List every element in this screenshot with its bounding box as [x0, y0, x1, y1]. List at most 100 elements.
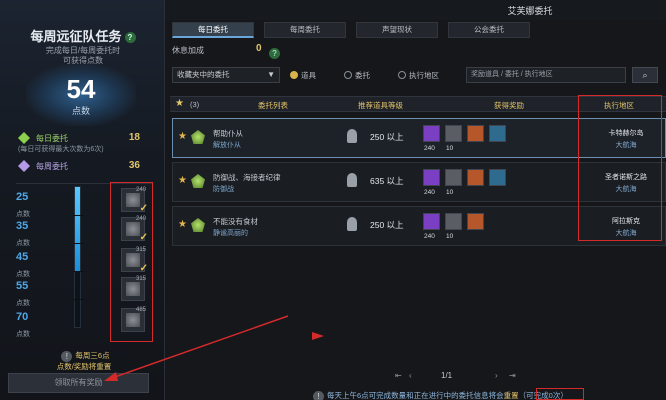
- tier-label: 45 点数: [16, 252, 46, 281]
- rest-bonus-label: 休息加成: [172, 46, 204, 55]
- weekly-value: 36: [128, 160, 140, 171]
- info-icon: !: [313, 390, 324, 400]
- tier-unit: 点数: [16, 331, 30, 338]
- panel-title: 每周远征队任务?: [8, 26, 158, 45]
- search-input[interactable]: 奖励道具 / 委托 / 执行地区: [466, 67, 626, 83]
- info-icon: !: [61, 350, 73, 362]
- points-emblem: 54 点数: [26, 64, 136, 126]
- tier-value: 55: [16, 280, 29, 292]
- radio-dot-icon: [398, 71, 406, 79]
- reward-item-icon[interactable]: [489, 169, 506, 186]
- favorite-star-icon[interactable]: ★: [178, 219, 187, 230]
- reward-qty: 10: [446, 145, 454, 152]
- favorites-dropdown[interactable]: 收藏夹中的委托 ▼: [172, 67, 280, 83]
- dropdown-value: 收藏夹中的委托: [177, 70, 230, 79]
- chevron-down-icon: ▼: [267, 70, 275, 79]
- reward-qty: 10: [446, 189, 454, 196]
- radio-area[interactable]: 执行地区: [398, 70, 439, 81]
- favorite-count: (3): [190, 100, 200, 109]
- quest-grade-icon: [191, 130, 205, 144]
- recommended-level: 250 以上: [370, 132, 404, 142]
- top-strip: [165, 0, 666, 20]
- tier-label: 70 点数: [16, 312, 46, 341]
- claim-all-button[interactable]: 领取所有奖励: [8, 373, 149, 393]
- bar-tick: [73, 215, 84, 216]
- search-button[interactable]: ⌕: [632, 67, 658, 83]
- tab-bar: 每日委托 每周委托 声望现状 公会委托: [172, 22, 552, 38]
- col-rewards: 获得奖励: [494, 101, 524, 110]
- quest-name: 不能没有食材: [213, 217, 258, 226]
- reward-item-icon[interactable]: [423, 169, 440, 186]
- bar-tick: [73, 243, 84, 244]
- reward-item-icon[interactable]: [467, 125, 484, 142]
- favorite-star-icon[interactable]: ★: [178, 175, 187, 186]
- col-quest-list: 委托列表: [258, 101, 288, 110]
- reward-item-icon[interactable]: [423, 125, 440, 142]
- bar-tick: [73, 271, 84, 272]
- prev-page-icon[interactable]: ‹: [409, 371, 412, 380]
- favorite-star-icon[interactable]: ★: [178, 131, 187, 142]
- first-page-icon[interactable]: ⇤: [395, 371, 402, 380]
- points-unit: 点数: [71, 106, 90, 116]
- reward-item-icon[interactable]: [445, 125, 462, 142]
- quest-name: 防御战、海接者纪律: [213, 173, 281, 182]
- tab-reputation[interactable]: 声望现状: [356, 22, 438, 38]
- tier-label: 35 点数: [16, 221, 46, 250]
- tier-unit: 点数: [16, 300, 30, 307]
- tier-value: 35: [16, 220, 29, 232]
- daily-value: 18: [128, 132, 140, 143]
- radio-quest[interactable]: 委托: [344, 70, 370, 81]
- radio-dot-icon: [344, 71, 352, 79]
- daily-label: 每日委托: [36, 134, 68, 143]
- annotation-box: [536, 388, 584, 400]
- notice-line-1: 每周三6点: [75, 351, 110, 360]
- reward-item-icon[interactable]: [467, 169, 484, 186]
- help-icon[interactable]: ?: [124, 32, 136, 44]
- reward-item-icon[interactable]: [423, 213, 440, 230]
- col-recommended-level: 推荐道具等级: [358, 101, 403, 110]
- helmet-icon: [347, 217, 357, 231]
- reward-qty: 240: [424, 233, 435, 240]
- footer-notice: ! 每天上午6点可完成数量和正在进行中的委托信息将会重置（可完成0次）: [310, 390, 666, 400]
- reward-item-icon[interactable]: [445, 169, 462, 186]
- tier-label: 55 点数: [16, 281, 46, 310]
- reward-item-icon[interactable]: [445, 213, 462, 230]
- daily-quest-icon: [18, 132, 30, 144]
- recommended-level: 635 以上: [370, 176, 404, 186]
- radio-label: 道具: [301, 71, 316, 80]
- tab-weekly[interactable]: 每周委托: [264, 22, 346, 38]
- tier-value: 70: [16, 311, 29, 323]
- annotation-box: [578, 95, 662, 241]
- tier-value: 45: [16, 251, 29, 263]
- helmet-icon: [347, 129, 357, 143]
- recommended-level: 250 以上: [370, 220, 404, 230]
- radio-item[interactable]: 道具: [290, 70, 316, 81]
- tier-unit: 点数: [16, 240, 30, 247]
- reset-notice: ! 每周三6点: [14, 350, 154, 362]
- bar-tick: [73, 299, 84, 300]
- quest-subtitle: 防御战: [213, 186, 234, 193]
- reward-qty: 10: [446, 233, 454, 240]
- radio-label: 执行地区: [409, 71, 439, 80]
- panel-title-text: 每周远征队任务: [30, 29, 122, 44]
- tab-daily[interactable]: 每日委托: [172, 22, 254, 38]
- quest-grade-icon: [191, 218, 205, 232]
- window-title: 艾芙娜委托: [507, 6, 553, 16]
- last-page-icon[interactable]: ⇥: [509, 371, 516, 380]
- search-icon: ⌕: [642, 70, 648, 80]
- progress-fill: [75, 187, 80, 271]
- next-page-icon[interactable]: ›: [495, 371, 498, 380]
- tab-guild[interactable]: 公会委托: [448, 22, 530, 38]
- rest-bonus-help[interactable]: ?: [266, 45, 280, 63]
- quest-grade-icon: [191, 174, 205, 188]
- daily-stat: 每日委托 18: [18, 131, 146, 145]
- tier-unit: 点数: [16, 271, 30, 278]
- filter-bar: 收藏夹中的委托 ▼ 道具 委托 执行地区 奖励道具 / 委托 / 执行地区 ⌕: [172, 67, 662, 85]
- reward-item-icon[interactable]: [467, 213, 484, 230]
- reward-item-icon[interactable]: [489, 125, 506, 142]
- points-progress-bar: [73, 186, 84, 328]
- rest-bonus-value: 0: [256, 43, 262, 54]
- reward-qty: 240: [424, 189, 435, 196]
- weekly-stat: 每周委托 36: [18, 159, 146, 173]
- tier-label: 25 点数: [16, 192, 46, 221]
